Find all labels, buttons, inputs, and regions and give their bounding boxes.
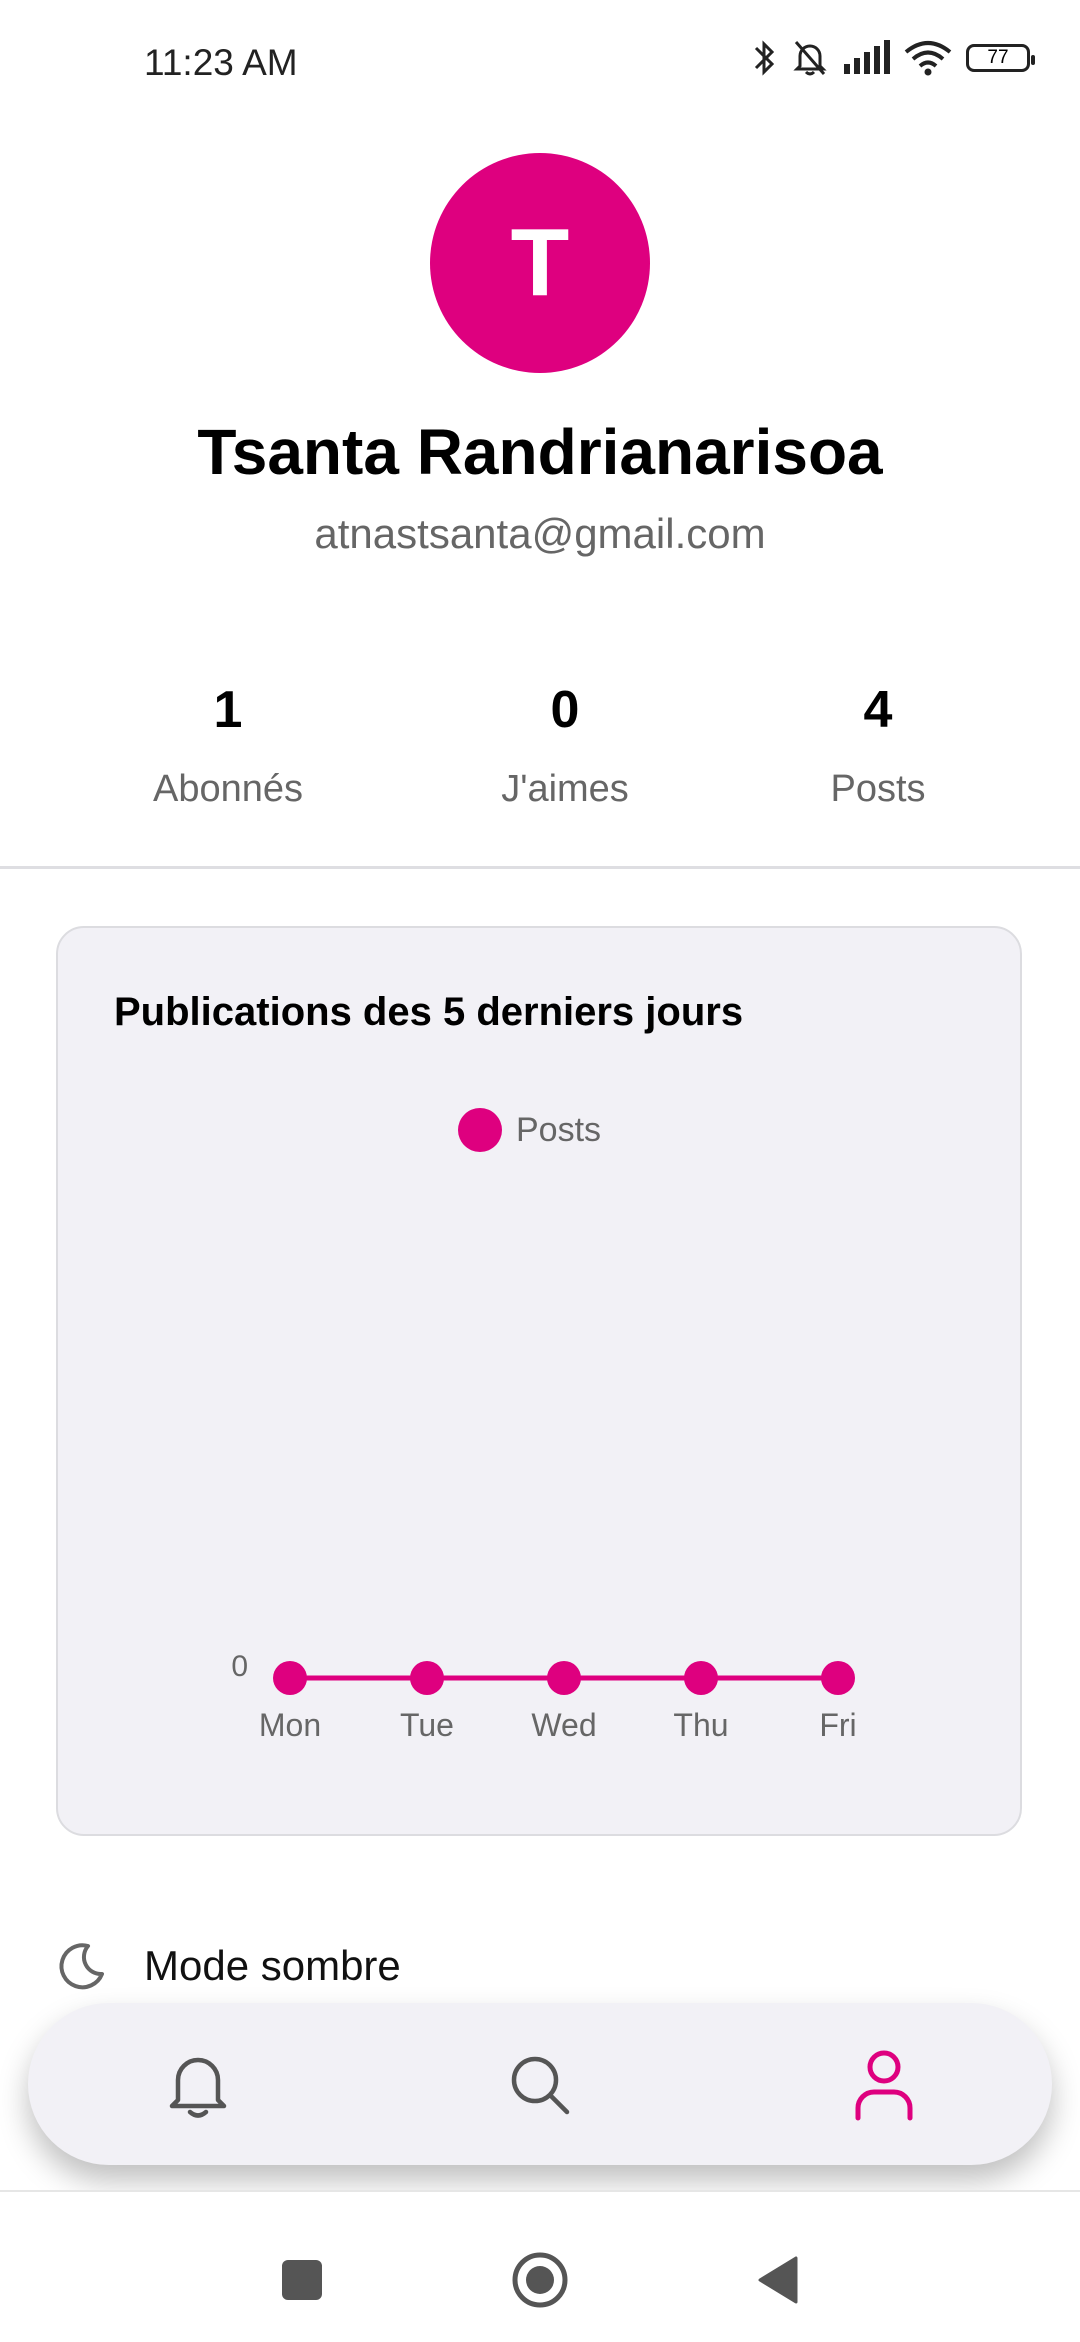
stat-likes-value: 0: [550, 681, 580, 739]
x-tick-label-tue: Tue: [400, 1707, 454, 1743]
data-point-wed: [547, 1661, 581, 1695]
dark-mode-label: Mode sombre: [144, 1942, 401, 1989]
system-nav-bar: [0, 2190, 1080, 2342]
recents-button[interactable]: [272, 2250, 332, 2310]
nav-profile[interactable]: [844, 2045, 924, 2125]
x-tick-label-thu: Thu: [673, 1707, 728, 1743]
signal-icon: [844, 40, 890, 74]
divider: [0, 866, 1080, 869]
profile-email: atnastsanta@gmail.com: [314, 510, 766, 557]
search-icon: [511, 2056, 570, 2115]
stat-likes-label: J'aimes: [501, 768, 629, 810]
profile-name: Tsanta Randrianarisoa: [197, 416, 883, 488]
data-point-mon: [273, 1661, 307, 1695]
stat-followers-value: 1: [213, 681, 243, 739]
x-tick-label-fri: Fri: [819, 1707, 856, 1743]
y-tick-label: 0: [231, 1650, 248, 1683]
battery-icon: 77: [966, 44, 1035, 72]
x-tick-label-wed: Wed: [531, 1707, 596, 1743]
bell-muted-icon: [793, 41, 827, 76]
status-icons: 77: [752, 38, 1035, 78]
stat-followers-label: Abonnés: [152, 768, 303, 810]
data-point-fri: [821, 1661, 855, 1695]
stat-posts-label: Posts: [830, 768, 926, 810]
dark-mode-toggle-row[interactable]: Mode sombre: [56, 1940, 401, 1992]
nav-notifications[interactable]: [158, 2045, 238, 2125]
data-point-tue: [410, 1661, 444, 1695]
stat-likes[interactable]: 0 J'aimes: [415, 680, 715, 811]
circle-home-icon: [512, 2252, 568, 2308]
wifi-icon: [904, 41, 952, 76]
home-button[interactable]: [510, 2250, 570, 2310]
status-time: 11:23 AM: [144, 42, 298, 83]
bell-icon: [169, 2057, 227, 2118]
user-icon: [855, 2050, 913, 2121]
stat-posts[interactable]: 4 Posts: [728, 680, 1028, 811]
data-point-thu: [684, 1661, 718, 1695]
bluetooth-icon: [754, 40, 775, 76]
nav-search[interactable]: [500, 2045, 580, 2125]
bottom-nav: [28, 2003, 1052, 2165]
stat-posts-value: 4: [863, 681, 893, 739]
moon-icon: [59, 1943, 104, 1990]
status-bar: 11:23 AM 77: [0, 0, 1080, 130]
x-tick-label-mon: Mon: [259, 1707, 321, 1743]
back-triangle-icon: [758, 2256, 798, 2304]
posts-line-chart: 0 Mon Tue Wed Thu Fri: [231, 1650, 856, 1743]
square-icon: [282, 2260, 322, 2300]
back-button[interactable]: [748, 2250, 808, 2310]
avatar: T: [430, 153, 650, 373]
stat-followers[interactable]: 1 Abonnés: [78, 680, 378, 811]
chart-card: Publications des 5 derniers jours Posts …: [56, 926, 1022, 1836]
